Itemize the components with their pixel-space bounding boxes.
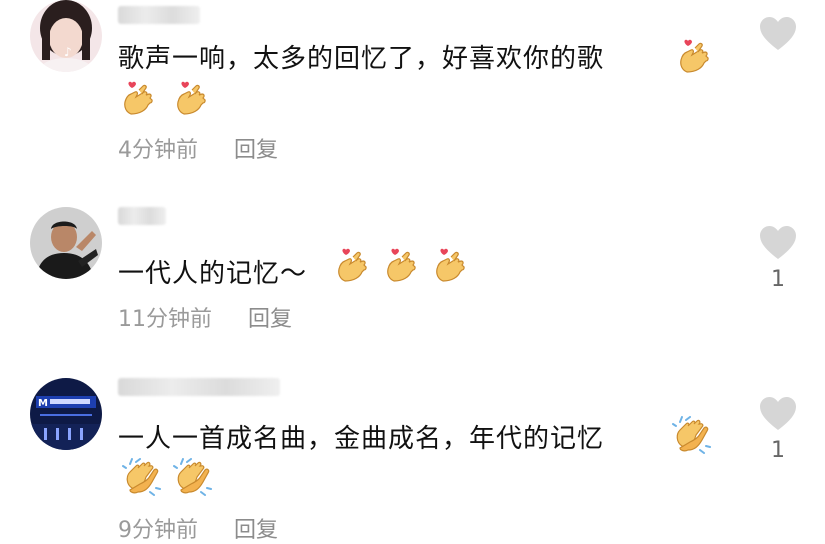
username-redacted (118, 378, 280, 396)
finger-heart-emoji (336, 247, 370, 283)
clapping-hands-emoji (122, 458, 162, 496)
like-count: 1 (771, 267, 785, 292)
avatar[interactable]: M (30, 378, 102, 450)
comment-item: 一代人的记忆～ 11分钟前 回复 1 (0, 195, 825, 345)
comment-item: ♪ 歌声一响，太多的回忆了，好喜欢你的歌 4分钟前 回复 (0, 0, 825, 170)
comment-meta: 9分钟前 回复 (118, 512, 278, 544)
comment-meta: 11分钟前 回复 (118, 301, 292, 333)
comment-meta: 4分钟前 回复 (118, 132, 278, 164)
comment-item: M 一人一首成名曲，金曲成名，年代的记忆 9分钟前 回复 1 (0, 372, 825, 544)
heart-icon[interactable] (758, 16, 798, 52)
avatar[interactable] (30, 207, 102, 279)
timestamp: 9分钟前 (118, 518, 198, 543)
username-redacted (118, 6, 200, 24)
comment-text: 一人一首成名曲，金曲成名，年代的记忆 (118, 424, 605, 454)
reply-button[interactable]: 回复 (248, 307, 292, 332)
clapping-hands-emoji (672, 416, 712, 454)
emoji-row (336, 247, 468, 283)
reply-button[interactable]: 回复 (234, 138, 278, 163)
finger-heart-emoji (434, 247, 468, 283)
emoji-row (122, 458, 213, 496)
finger-heart-emoji (678, 38, 712, 74)
finger-heart-emoji (385, 247, 419, 283)
finger-heart-emoji (122, 80, 156, 116)
like-count: 1 (771, 438, 785, 463)
svg-text:M: M (38, 398, 48, 409)
emoji-row (122, 80, 209, 116)
comment-text: 歌声一响，太多的回忆了，好喜欢你的歌 (118, 44, 605, 74)
heart-icon[interactable] (758, 225, 798, 261)
clapping-hands-emoji (173, 458, 213, 496)
comment-text: 一代人的记忆～ (118, 259, 308, 289)
avatar[interactable]: ♪ (30, 0, 102, 72)
timestamp: 11分钟前 (118, 307, 212, 332)
finger-heart-emoji (175, 80, 209, 116)
svg-text:♪: ♪ (64, 45, 72, 59)
timestamp: 4分钟前 (118, 138, 198, 163)
heart-icon[interactable] (758, 396, 798, 432)
reply-button[interactable]: 回复 (234, 518, 278, 543)
username-redacted (118, 207, 166, 225)
